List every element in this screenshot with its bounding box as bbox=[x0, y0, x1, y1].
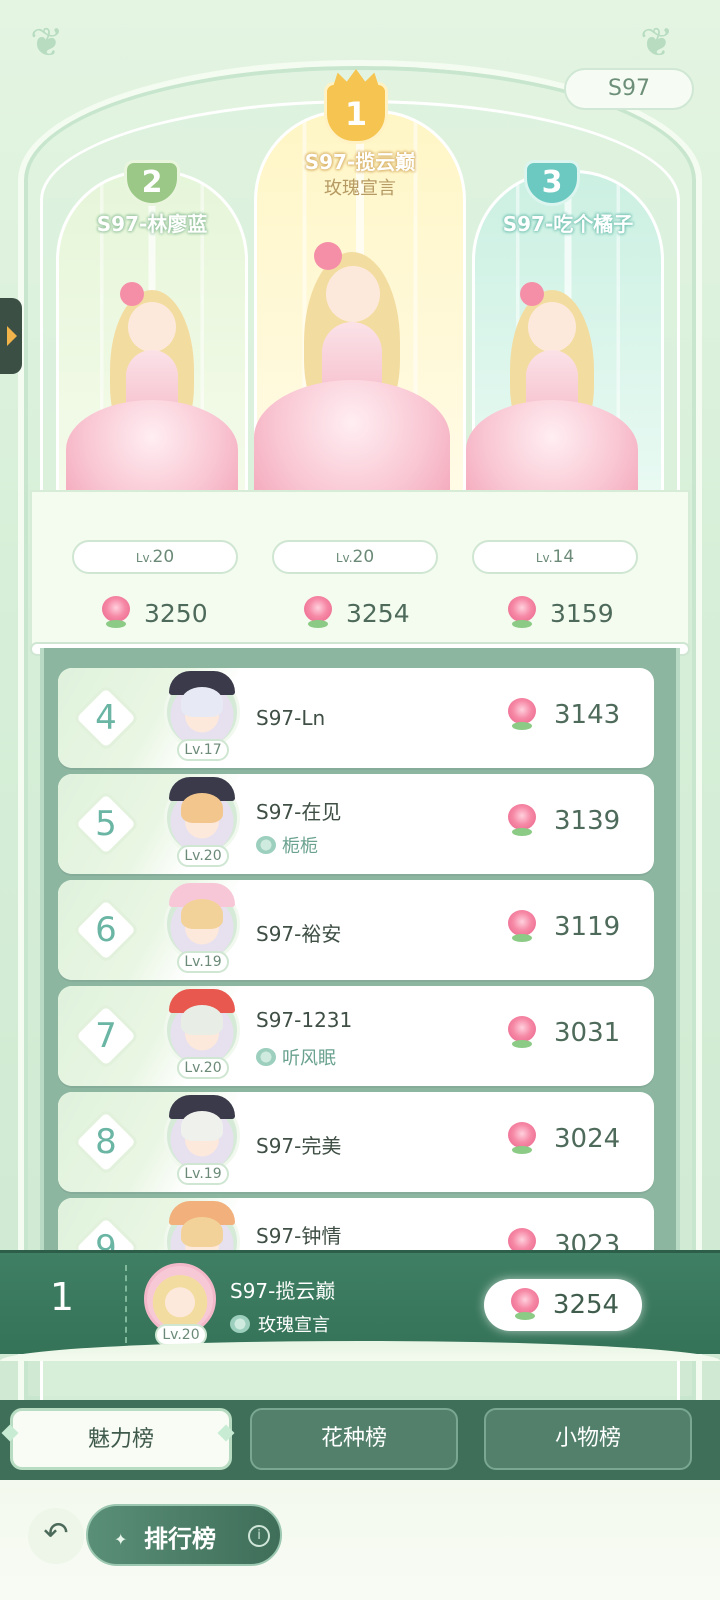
leaderboard-tabs: 魅力榜 花种榜 小物榜 bbox=[0, 1400, 720, 1480]
my-guild-name: 玫瑰宣言 bbox=[230, 1311, 330, 1337]
player-name: S97-钟情 bbox=[256, 1224, 342, 1248]
list-item[interactable]: 9 S97-钟情 3023 bbox=[58, 1198, 654, 1258]
rose-icon bbox=[504, 1016, 540, 1050]
crown-rank-badge: 1 bbox=[324, 82, 388, 144]
divider bbox=[125, 1265, 127, 1343]
rose-icon bbox=[504, 698, 540, 732]
player-score: 3119 bbox=[504, 910, 620, 944]
rank-number: 8 bbox=[72, 1108, 140, 1176]
guild-icon bbox=[230, 1315, 250, 1333]
my-rank-bar[interactable]: 1 Lv.20 S97-揽云巅 玫瑰宣言 3254 bbox=[0, 1250, 720, 1361]
avatar[interactable]: Lv.20 bbox=[164, 777, 240, 867]
player-name: S97-1231 bbox=[256, 1008, 353, 1032]
rose-icon bbox=[504, 1122, 540, 1156]
player-name: S97-Ln bbox=[256, 706, 326, 730]
list-item[interactable]: 7 Lv.20 S97-1231 听风眠 3031 bbox=[58, 986, 654, 1086]
avatar[interactable]: Lv.20 bbox=[164, 989, 240, 1079]
rank-2-player-name: S97-林廖蓝 bbox=[96, 212, 208, 236]
season-badge[interactable]: S97 bbox=[564, 68, 694, 110]
tab-flower-ranking[interactable]: 花种榜 bbox=[250, 1408, 458, 1470]
bottom-nav: ↶ ✦ 排行榜 i bbox=[0, 1480, 720, 1600]
back-arrow-icon[interactable]: ↶ bbox=[28, 1508, 84, 1564]
avatar[interactable]: Lv.19 bbox=[164, 1095, 240, 1185]
rose-icon bbox=[507, 1288, 543, 1322]
rose-icon bbox=[98, 596, 134, 630]
list-item[interactable]: 6 Lv.19 S97-裕安 3119 bbox=[58, 880, 654, 980]
rank-number: 7 bbox=[72, 1002, 140, 1070]
leaf-decoration-icon: ❦ bbox=[30, 20, 64, 66]
guild-icon bbox=[256, 836, 276, 854]
rose-icon bbox=[504, 804, 540, 838]
rank-number: 5 bbox=[72, 790, 140, 858]
rose-icon bbox=[504, 910, 540, 944]
guild-name: 听风眠 bbox=[256, 1044, 336, 1070]
my-rank-number: 1 bbox=[49, 1275, 75, 1319]
my-avatar[interactable]: Lv.20 bbox=[144, 1263, 216, 1346]
player-score: 3031 bbox=[504, 1016, 620, 1050]
list-item[interactable]: 4 Lv.17 S97-Ln 3143 bbox=[58, 668, 654, 768]
player-score: 3143 bbox=[504, 698, 620, 732]
rank-1-score: 3254 bbox=[300, 596, 410, 630]
player-score: 3139 bbox=[504, 804, 620, 838]
ranking-list[interactable]: 4 Lv.17 S97-Ln 3143 5 Lv.20 S97-在见 栀栀 31… bbox=[40, 648, 680, 1258]
rose-icon bbox=[300, 596, 336, 630]
rank-2-score: 3250 bbox=[98, 596, 208, 630]
page-title-pill: ✦ 排行榜 i bbox=[86, 1504, 282, 1566]
side-expand-arrow-icon[interactable] bbox=[0, 298, 22, 374]
rank-1-player-name: S97-揽云巅 bbox=[304, 150, 416, 174]
leaderboard-scene: ❦ ❦ S97 1 2 3 S97-揽云巅 玫瑰宣言 S97-林廖蓝 S97-吃… bbox=[0, 0, 720, 1400]
my-score: 3254 bbox=[484, 1279, 642, 1331]
player-score: 3024 bbox=[504, 1122, 620, 1156]
rank-3-score: 3159 bbox=[504, 596, 614, 630]
rank-number: 4 bbox=[72, 684, 140, 752]
rank-number: 6 bbox=[72, 896, 140, 964]
tab-item-ranking[interactable]: 小物榜 bbox=[484, 1408, 692, 1470]
list-item[interactable]: 8 Lv.19 S97-完美 3024 bbox=[58, 1092, 654, 1192]
rank-1-character-figure[interactable] bbox=[250, 240, 454, 530]
rank-3-player-name: S97-吃个橘子 bbox=[502, 212, 634, 236]
tab-charm-ranking[interactable]: 魅力榜 bbox=[10, 1408, 232, 1470]
avatar[interactable]: Lv.19 bbox=[164, 883, 240, 973]
rose-icon bbox=[504, 596, 540, 630]
guild-name: 栀栀 bbox=[256, 832, 318, 858]
player-name: S97-裕安 bbox=[256, 922, 342, 946]
leaf-decoration-icon: ❦ bbox=[640, 20, 674, 66]
guild-icon bbox=[256, 1048, 276, 1066]
rank-3-level: Lv.14 bbox=[472, 540, 638, 574]
info-icon[interactable]: i bbox=[248, 1525, 270, 1547]
page-title: 排行榜 bbox=[144, 1525, 216, 1553]
player-name: S97-完美 bbox=[256, 1134, 342, 1158]
avatar[interactable]: Lv.17 bbox=[164, 671, 240, 761]
my-player-name: S97-揽云巅 bbox=[230, 1279, 336, 1303]
rank-2-level: Lv.20 bbox=[72, 540, 238, 574]
sparkle-icon: ✦ bbox=[114, 1530, 128, 1549]
rank-1-guild-title: 玫瑰宣言 bbox=[324, 178, 396, 199]
player-name: S97-在见 bbox=[256, 800, 342, 824]
rank-1-level: Lv.20 bbox=[272, 540, 438, 574]
list-item[interactable]: 5 Lv.20 S97-在见 栀栀 3139 bbox=[58, 774, 654, 874]
